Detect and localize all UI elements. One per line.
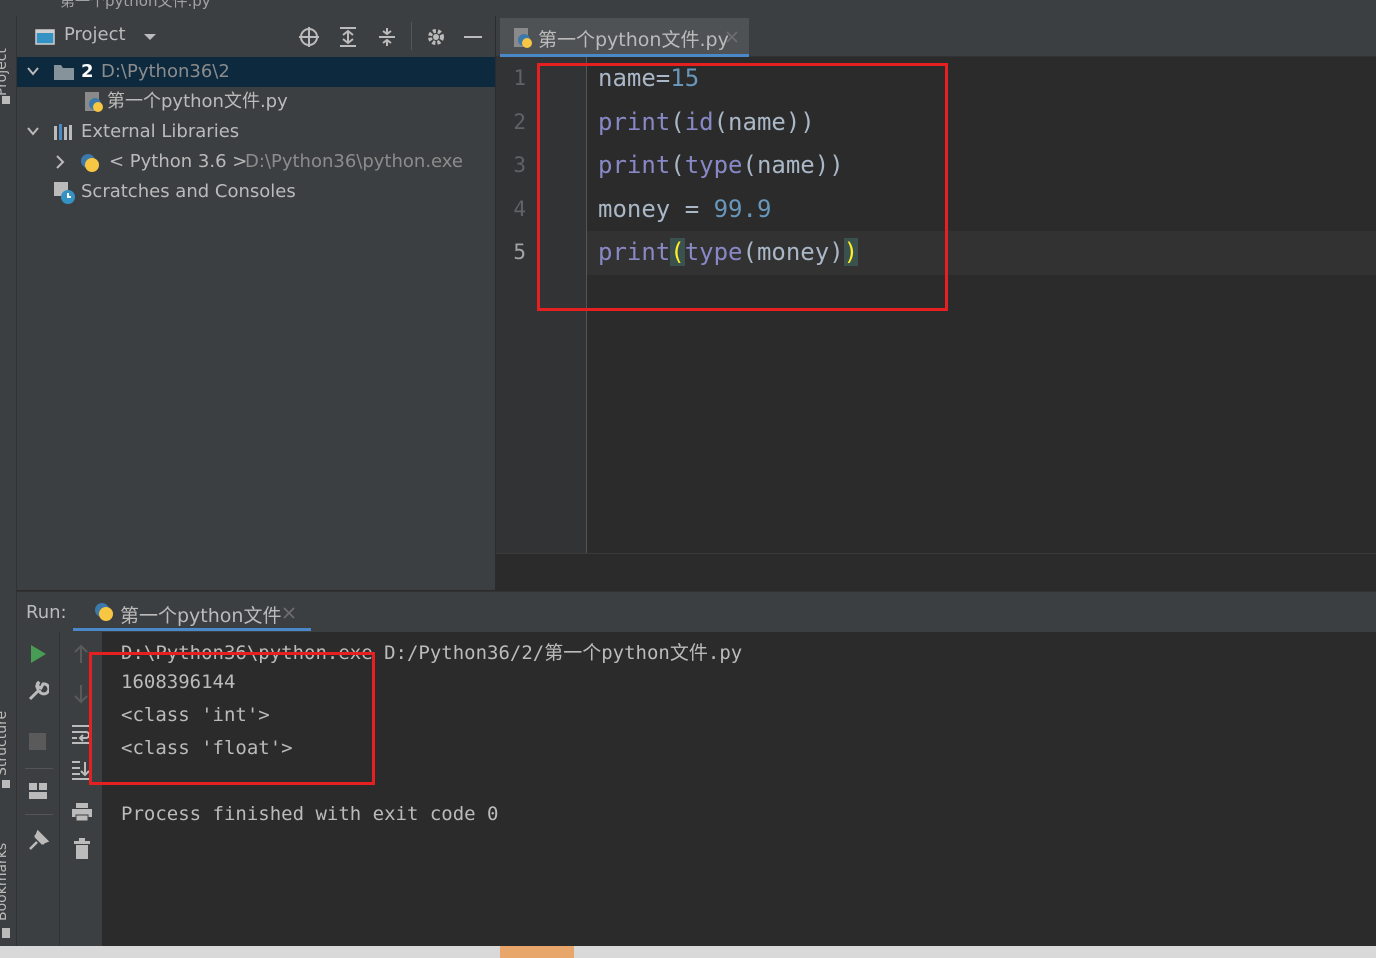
minimize-icon[interactable] — [464, 36, 482, 38]
separator — [25, 768, 53, 769]
rerun-icon[interactable] — [29, 644, 47, 664]
chevron-down-icon[interactable] — [26, 117, 40, 147]
run-tab-indicator — [73, 628, 311, 631]
tree-item-python-sdk[interactable]: < Python 3.6 > D:\Python36\python.exe — [17, 147, 495, 177]
project-panel-header: Project — [17, 18, 495, 56]
locate-icon[interactable] — [298, 26, 320, 48]
tree-item-label: < Python 3.6 > — [109, 151, 248, 172]
tree-item-external-libraries[interactable]: External Libraries — [17, 117, 495, 147]
chevron-down-icon[interactable] — [143, 32, 157, 42]
code-highlight-box — [537, 63, 948, 311]
project-view-icon — [35, 28, 55, 46]
tree-item-python-file[interactable]: 第一个python文件.py — [17, 87, 495, 117]
project-view-selector[interactable]: Project — [64, 24, 126, 45]
print-icon[interactable] — [71, 802, 93, 822]
status-bar-indicator — [500, 946, 574, 958]
close-icon[interactable] — [283, 607, 295, 619]
scratches-icon — [53, 181, 77, 205]
separator — [411, 22, 412, 50]
project-tool-button[interactable]: Project — [0, 48, 10, 96]
project-root-name: 2 — [81, 61, 94, 82]
structure-tool-button[interactable]: Structure — [0, 711, 10, 776]
line-number: 2 — [513, 110, 526, 134]
tree-item-label: Scratches and Consoles — [81, 181, 296, 202]
left-tool-stripe: Project Structure Bookmarks — [0, 16, 17, 946]
title-bar: 第一个python文件.py — [0, 0, 1376, 17]
gear-icon[interactable] — [425, 26, 447, 48]
collapse-all-icon[interactable] — [376, 26, 398, 48]
run-label: Run: — [26, 602, 67, 623]
chevron-right-icon[interactable] — [54, 147, 66, 177]
console-exit-message: Process finished with exit code 0 — [121, 803, 499, 825]
editor-tab[interactable]: 第一个python文件.py — [500, 18, 749, 56]
bookmarks-tool-button[interactable]: Bookmarks — [0, 843, 10, 921]
status-bar — [0, 946, 1376, 958]
expand-all-icon[interactable] — [337, 26, 359, 48]
chevron-down-icon[interactable] — [26, 57, 40, 87]
python-file-icon — [83, 91, 105, 113]
structure-tool-icon — [2, 780, 10, 788]
line-number: 3 — [513, 153, 526, 177]
python-file-icon — [512, 27, 534, 49]
tree-item-project-root[interactable]: 2 D:\Python36\2 — [17, 57, 495, 87]
soft-wrap-icon[interactable] — [71, 724, 91, 744]
library-icon — [53, 123, 77, 141]
python-sdk-icon — [79, 152, 101, 174]
run-toolbar-primary — [17, 632, 59, 946]
up-arrow-icon[interactable] — [73, 644, 89, 664]
line-number: 4 — [513, 197, 526, 221]
project-root-path: D:\Python36\2 — [101, 61, 230, 82]
tree-item-scratches[interactable]: Scratches and Consoles — [17, 177, 495, 207]
scroll-to-end-icon[interactable] — [71, 760, 91, 780]
tree-item-detail: D:\Python36\python.exe — [245, 151, 463, 172]
output-highlight-box — [89, 652, 375, 785]
trash-icon[interactable] — [73, 838, 91, 860]
run-tab-label[interactable]: 第一个python文件 — [120, 601, 281, 628]
line-number: 1 — [513, 66, 526, 90]
tree-item-label: 第一个python文件.py — [107, 91, 288, 112]
python-run-icon — [93, 601, 115, 623]
down-arrow-icon[interactable] — [73, 684, 89, 704]
separator — [25, 814, 53, 815]
editor-tab-label: 第一个python文件.py — [538, 29, 729, 51]
run-panel-header: Run: 第一个python文件 — [17, 591, 1376, 632]
pin-icon[interactable] — [28, 829, 50, 851]
stop-icon[interactable] — [29, 733, 46, 750]
editor-scroll-area — [496, 553, 1376, 591]
project-tool-icon — [2, 96, 10, 104]
breadcrumb[interactable]: 第一个python文件.py — [60, 0, 211, 11]
wrench-icon[interactable] — [27, 680, 49, 702]
line-number: 5 — [513, 240, 526, 264]
layout-icon[interactable] — [28, 782, 48, 800]
tree-item-label: External Libraries — [81, 121, 240, 142]
bookmarks-tool-icon — [2, 928, 10, 938]
close-icon[interactable] — [726, 31, 738, 43]
folder-icon — [53, 63, 75, 81]
